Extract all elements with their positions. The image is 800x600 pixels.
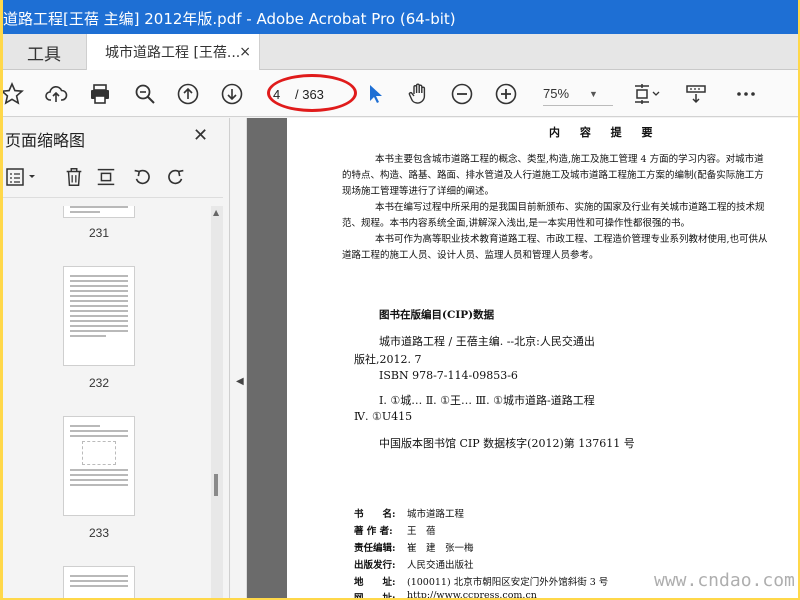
panel-scrollbar[interactable]: ▲ [211,206,223,598]
thumbnail-panel: 页面缩略图 ✕ 231 232 233 ▲ [3,118,230,598]
acrobat-window: 道路工程[王蓓 主编] 2012年版.pdf - Adobe Acrobat P… [3,0,798,598]
options-menu-icon[interactable] [5,166,41,190]
cip-line: 城市道路工程 / 王蓓主编. --北京:人民交通出 [379,335,595,348]
paragraph-line: 本书主要包含城市道路工程的概念、类型,构造,施工及施工管理 4 方面的学习内容。… [375,154,764,165]
cloud-upload-icon[interactable] [43,81,69,107]
zoom-value: 75% [543,86,570,101]
hand-icon[interactable] [405,81,431,107]
info-value: 崔 建 张一梅 [407,543,474,554]
panel-collapse-strip[interactable]: ◀ [231,118,247,598]
zoom-search-icon[interactable] [132,81,158,107]
tab-document[interactable]: 城市道路工程 [王蓓... × [86,34,260,70]
thumbnail-list: 231 232 233 [3,206,215,598]
scroll-mode-icon[interactable] [683,81,709,107]
paragraph-line: 道路工程的施工人员、设计人员、监理人员和管理人员参考。 [342,250,599,261]
cip-title: 图书在版编目(CIP)数据 [379,309,495,321]
close-panel-icon[interactable]: ✕ [193,125,208,146]
scroll-up-icon[interactable]: ▲ [213,208,219,217]
thumbnail-page[interactable] [63,416,135,516]
info-value: 王 蓓 [407,526,436,537]
info-value: (100011) 北京市朝阳区安定门外外馆斜街 3 号 [407,577,609,588]
tab-tools[interactable]: 工具 [3,34,85,70]
panel-header: 页面缩略图 ✕ [3,118,229,156]
info-value: 人民交通出版社 [407,560,474,571]
panel-toolbar [3,160,223,198]
main-toolbar: 4 / 363 75% ▼ [3,70,798,117]
info-key: 出版发行: [354,560,396,571]
collapse-arrow-icon[interactable]: ◀ [236,376,244,387]
pdf-page: 内 容 提 要 本书主要包含城市道路工程的概念、类型,构造,施工及施工管理 4 … [287,118,798,598]
thumbnail-label: 233 [88,526,110,540]
thumbnail-page[interactable] [63,206,135,218]
zoom-out-icon[interactable] [449,81,475,107]
star-icon[interactable] [3,81,25,107]
info-key: 网 址: [354,590,396,598]
insert-page-icon[interactable] [95,166,119,190]
paragraph-line: 本书在编写过程中所采用的是我国目前新颁布、实施的国家及行业有关城市道路工程的技术… [375,202,765,213]
cip-line: 版社,2012. 7 [354,353,422,366]
highlight-ellipse [267,74,357,112]
tab-document-label: 城市道路工程 [王蓓... [105,45,241,61]
paragraph-line: 本书可作为高等职业技术教育道路工程、市政工程、工程造价管理专业系列教材使用,也可… [375,234,768,245]
page-down-icon[interactable] [219,81,245,107]
thumbnail-page[interactable] [63,266,135,366]
cip-class: Ⅳ. ①U415 [354,410,413,423]
info-value: http://www.ccpress.com.cn [407,590,537,598]
cip-class: Ⅰ. ①城… Ⅱ. ①王… Ⅲ. ①城市道路-道路工程 [379,394,595,407]
window-title: 道路工程[王蓓 主编] 2012年版.pdf - Adobe Acrobat P… [3,10,456,28]
panel-title: 页面缩略图 [5,131,86,150]
delete-icon[interactable] [63,166,87,190]
print-icon[interactable] [87,81,113,107]
scrollbar-thumb[interactable] [214,474,218,496]
info-key: 书 名: [354,509,396,520]
zoom-in-icon[interactable] [493,81,519,107]
info-key: 责任编辑: [354,543,396,554]
rotate-right-icon[interactable] [165,166,189,190]
fit-page-icon[interactable] [628,81,664,107]
info-key: 著 作 者: [354,526,393,537]
document-view[interactable]: 内 容 提 要 本书主要包含城市道路工程的概念、类型,构造,施工及施工管理 4 … [247,118,798,598]
rotate-left-icon[interactable] [131,166,155,190]
paragraph-line: 现场施工管理等进行了详细的阐述。 [342,186,495,197]
chevron-down-icon: ▼ [589,88,598,99]
page-up-icon[interactable] [175,81,201,107]
info-key: 地 址: [354,577,396,588]
thumbnail-page[interactable] [63,566,135,598]
cip-number: 中国版本图书馆 CIP 数据核字(2012)第 137611 号 [379,437,635,450]
info-value: 城市道路工程 [407,509,465,520]
site-watermark: www.cndao.com [654,570,795,591]
thumbnail-label: 231 [88,226,110,240]
cip-isbn: ISBN 978-7-114-09853-6 [379,369,518,382]
thumbnail-label: 232 [88,376,110,390]
page-heading: 内 容 提 要 [549,126,661,139]
paragraph-line: 范、规程。本书内容系统全面,讲解深入浅出,是一本实用性和可操作性都很强的书。 [342,218,691,229]
tab-bar: 工具 城市道路工程 [王蓓... × [3,34,798,70]
more-icon[interactable] [733,81,759,107]
paragraph-line: 的特点、构造、路基、路面、排水管道及人行道施工及城市道路工程施工方案的编制(配备… [342,170,764,181]
select-cursor-icon[interactable] [362,81,388,107]
title-bar: 道路工程[王蓓 主编] 2012年版.pdf - Adobe Acrobat P… [3,0,798,34]
zoom-select[interactable]: 75% ▼ [543,82,613,106]
close-tab-icon[interactable]: × [239,44,251,60]
